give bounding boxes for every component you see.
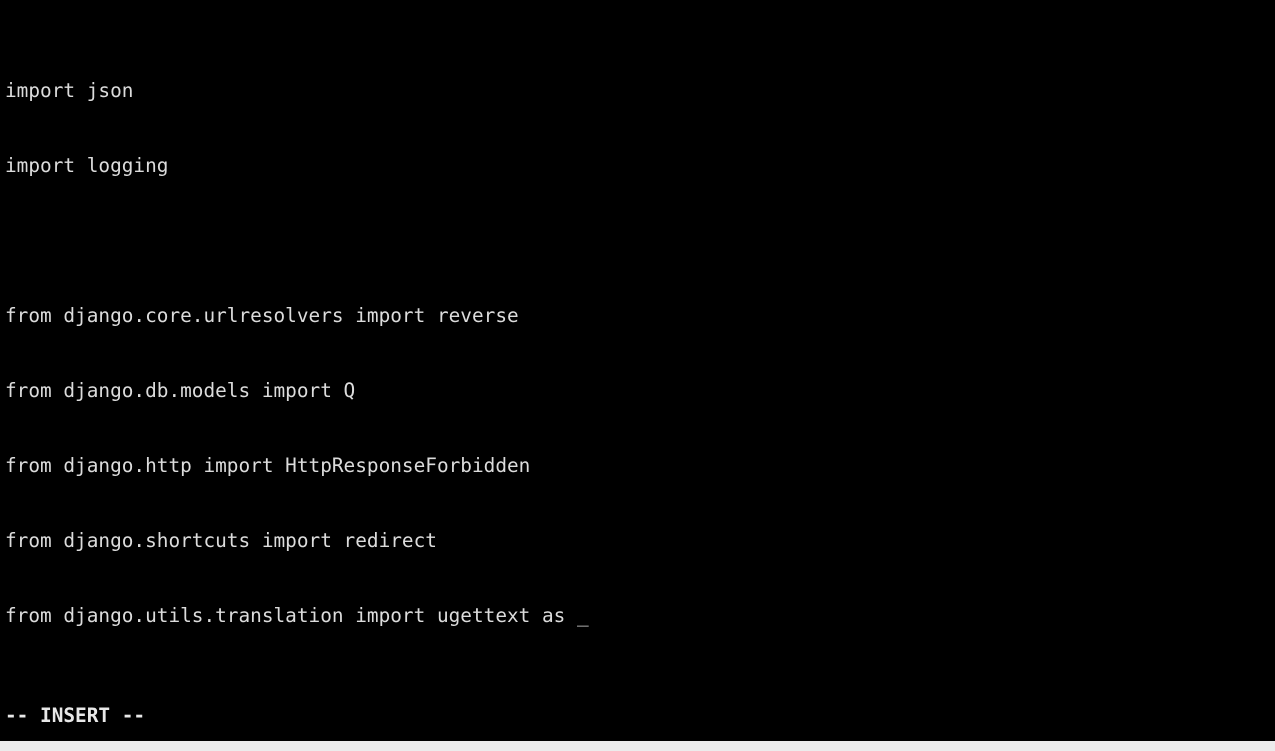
code-line[interactable]: from django.utils.translation import uge… [5,603,1149,628]
code-line-blank[interactable] [5,678,1149,703]
code-line-blank[interactable] [5,228,1149,253]
code-line[interactable]: from django.shortcuts import redirect [5,528,1149,553]
screen: import json import logging from django.c… [0,0,1275,751]
bottom-bar [0,741,1275,751]
code-line[interactable]: from django.http import HttpResponseForb… [5,453,1149,478]
vim-mode-status: -- INSERT -- [5,704,146,727]
code-line[interactable]: import logging [5,153,1149,178]
code-line[interactable]: from django.core.urlresolvers import rev… [5,303,1149,328]
terminal-window[interactable]: import json import logging from django.c… [0,0,1275,741]
code-buffer[interactable]: import json import logging from django.c… [5,3,1149,741]
code-line[interactable]: import json [5,78,1149,103]
code-line[interactable]: from django.db.models import Q [5,378,1149,403]
